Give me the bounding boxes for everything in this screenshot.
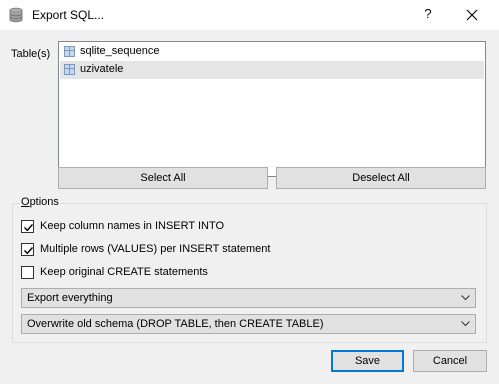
schema-mode-select[interactable]: Overwrite old schema (DROP TABLE, then C… [21, 314, 476, 334]
close-icon [466, 9, 478, 21]
list-item-label: sqlite_sequence [80, 45, 160, 57]
chevron-down-icon [461, 295, 470, 301]
select-value: Export everything [27, 292, 113, 304]
checkbox-box[interactable] [21, 266, 34, 279]
checkbox-label: Keep column names in INSERT INTO [40, 220, 225, 232]
list-item-sqlite-sequence[interactable]: sqlite_sequence [60, 43, 484, 61]
checkbox-label: Keep original CREATE statements [40, 266, 208, 278]
checkmark-icon [24, 247, 34, 255]
options-legend: Options [20, 196, 60, 208]
export-mode-select[interactable]: Export everything [21, 288, 476, 308]
chevron-down-icon [461, 321, 470, 327]
checkmark-icon [24, 224, 34, 232]
window-title: Export SQL... [32, 8, 105, 22]
list-item-label: uzivatele [80, 63, 124, 75]
database-icon [8, 7, 24, 23]
deselect-all-button[interactable]: Deselect All [276, 167, 486, 189]
title-bar: Export SQL... ? [0, 0, 499, 30]
save-button[interactable]: Save [331, 350, 404, 372]
table-icon [64, 46, 75, 57]
checkbox-box[interactable] [21, 243, 34, 256]
checkbox-box[interactable] [21, 220, 34, 233]
select-all-button[interactable]: Select All [58, 167, 268, 189]
tables-label: Table(s) [11, 48, 51, 60]
table-icon [64, 64, 75, 75]
close-button[interactable] [460, 4, 484, 26]
table-list[interactable]: sqlite_sequence uzivatele [58, 41, 486, 177]
cancel-button[interactable]: Cancel [413, 350, 487, 372]
help-button[interactable]: ? [418, 6, 438, 24]
select-value: Overwrite old schema (DROP TABLE, then C… [27, 318, 324, 330]
list-item-uzivatele[interactable]: uzivatele [60, 61, 484, 79]
checkbox-label: Multiple rows (VALUES) per INSERT statem… [40, 243, 271, 255]
